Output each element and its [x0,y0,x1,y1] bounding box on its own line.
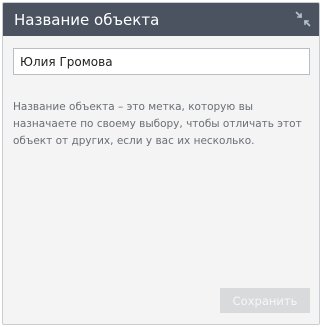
object-name-input[interactable] [13,48,310,75]
description-text: Название объекта – это метка, которую вы… [13,101,302,147]
collapse-arrows-icon[interactable] [295,11,311,27]
panel-title: Название объекта [14,11,160,29]
panel-header: Название объекта [3,3,319,36]
object-name-panel: Название объекта Название объекта – это … [2,2,320,325]
save-button[interactable]: Сохранить [220,288,310,313]
